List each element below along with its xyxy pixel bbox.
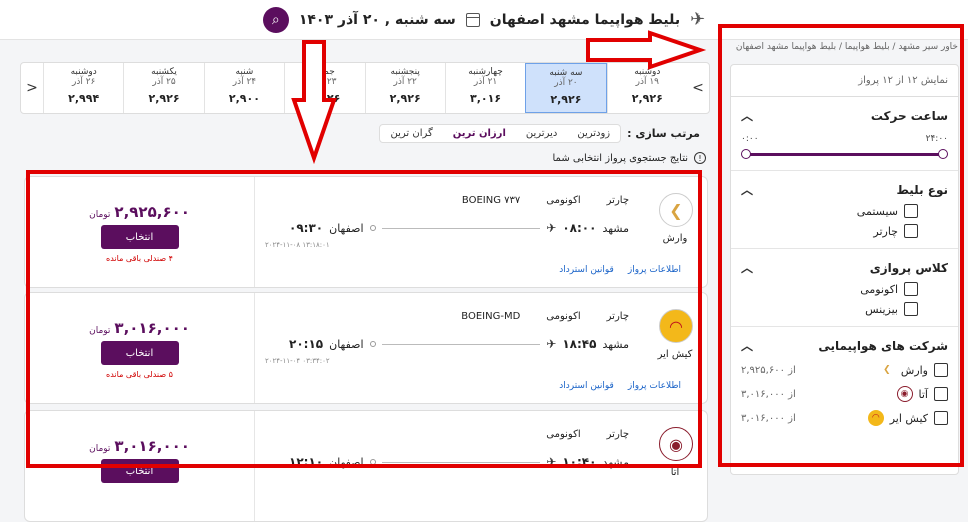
arrow-right-annotation (586, 30, 707, 70)
arrow-down-annotation (291, 40, 337, 165)
annotation-arrows (291, 30, 707, 165)
